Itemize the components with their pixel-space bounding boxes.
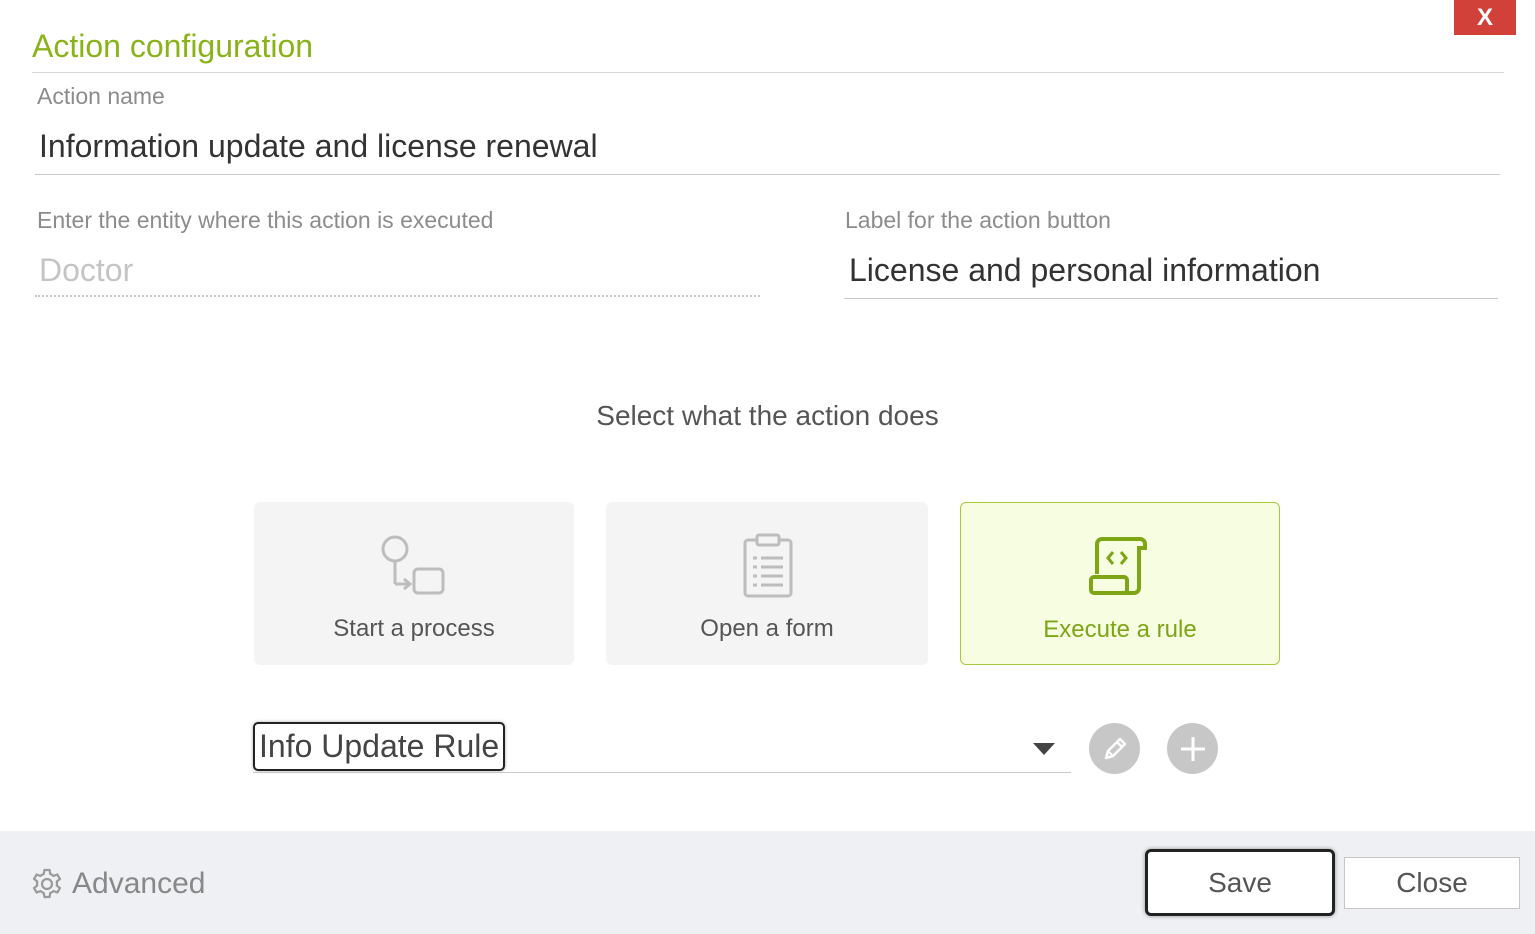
action-name-underline [35, 174, 1500, 175]
title-divider [32, 72, 1504, 73]
dialog-title: Action configuration [32, 28, 314, 64]
rule-select-value[interactable]: Info Update Rule [253, 722, 506, 771]
process-icon [379, 532, 449, 598]
entity-label: Enter the entity where this action is ex… [37, 207, 494, 233]
rule-select-underline [253, 772, 1071, 773]
rule-select[interactable]: Info Update Rule [253, 722, 1071, 774]
chevron-down-icon[interactable] [1033, 743, 1055, 755]
advanced-label: Advanced [72, 867, 206, 900]
option-open-form-label: Open a form [700, 615, 834, 642]
action-name-input[interactable]: Information update and license renewal [39, 128, 598, 165]
add-rule-button[interactable] [1167, 723, 1218, 774]
save-button[interactable]: Save [1145, 849, 1335, 916]
button-label-label: Label for the action button [845, 207, 1111, 233]
entity-underline [35, 295, 760, 297]
action-type-heading: Select what the action does [596, 400, 939, 431]
plus-icon [1180, 736, 1205, 761]
button-label-underline [844, 298, 1498, 299]
edit-rule-button[interactable] [1089, 723, 1140, 774]
pencil-icon [1104, 737, 1126, 759]
option-execute-rule[interactable]: Execute a rule [960, 502, 1280, 665]
gear-icon [32, 868, 62, 899]
clipboard-icon [732, 532, 802, 598]
option-start-process-label: Start a process [333, 615, 495, 642]
close-dialog-button[interactable]: X [1454, 0, 1516, 35]
rule-script-icon [1085, 533, 1155, 599]
button-label-input[interactable]: License and personal information [849, 252, 1320, 289]
dialog-footer: Advanced Save Close [0, 831, 1535, 934]
advanced-toggle[interactable]: Advanced [30, 867, 205, 901]
action-name-label: Action name [37, 83, 165, 109]
option-start-process[interactable]: Start a process [254, 502, 574, 665]
entity-field: Doctor [39, 252, 134, 288]
option-execute-rule-label: Execute a rule [1043, 616, 1197, 643]
close-button[interactable]: Close [1344, 857, 1520, 909]
option-open-form[interactable]: Open a form [606, 502, 928, 665]
